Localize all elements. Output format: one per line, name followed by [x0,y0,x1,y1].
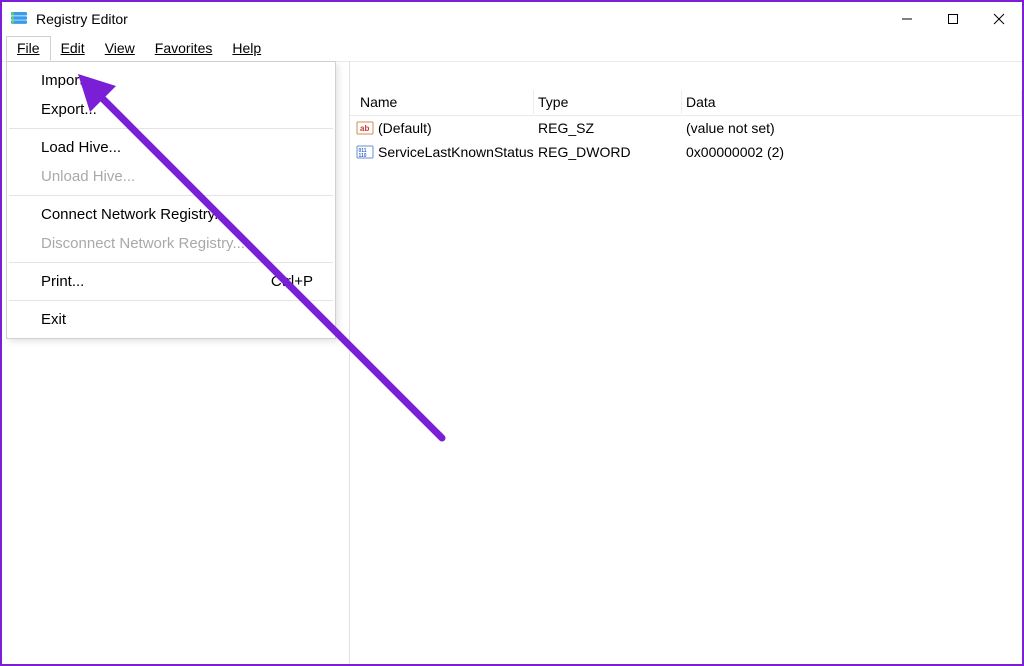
list-pane: Name Type Data ab (Default) REG_SZ (valu… [350,62,1022,664]
menu-view[interactable]: View [95,37,145,60]
cell-name: ServiceLastKnownStatus [378,144,534,160]
close-button[interactable] [976,2,1022,36]
cell-data: (value not set) [682,120,1022,136]
window-title: Registry Editor [36,11,128,27]
menu-item-import[interactable]: Import... [7,66,335,95]
svg-text:110: 110 [359,153,367,159]
cell-type: REG_DWORD [534,144,682,160]
maximize-button[interactable] [930,2,976,36]
reg-string-icon: ab [356,119,374,137]
minimize-button[interactable] [884,2,930,36]
window-controls [884,2,1022,36]
menu-file[interactable]: File [6,36,51,61]
menu-item-exit[interactable]: Exit [7,305,335,334]
header-data[interactable]: Data [682,90,1022,114]
header-name[interactable]: Name [356,90,534,114]
cell-name: (Default) [378,120,432,136]
menu-item-load-hive[interactable]: Load Hive... [7,133,335,162]
list-headers: Name Type Data [350,88,1022,116]
cell-data: 0x00000002 (2) [682,144,1022,160]
menu-item-export[interactable]: Export... [7,95,335,124]
menu-separator [9,300,333,301]
list-row[interactable]: ab (Default) REG_SZ (value not set) [350,116,1022,140]
title-bar: Registry Editor [2,2,1022,36]
list-row[interactable]: 011 110 ServiceLastKnownStatus REG_DWORD… [350,140,1022,164]
svg-text:ab: ab [360,124,369,133]
file-menu-dropdown: Import... Export... Load Hive... Unload … [6,61,336,339]
menu-item-disconnect-network: Disconnect Network Registry... [7,229,335,258]
menu-favorites[interactable]: Favorites [145,37,223,60]
menu-separator [9,262,333,263]
menu-help[interactable]: Help [222,37,271,60]
menu-item-print[interactable]: Print... Ctrl+P [7,267,335,296]
menu-item-connect-network[interactable]: Connect Network Registry... [7,200,335,229]
cell-type: REG_SZ [534,120,682,136]
menu-separator [9,128,333,129]
reg-binary-icon: 011 110 [356,143,374,161]
menu-item-unload-hive: Unload Hive... [7,162,335,191]
menu-edit[interactable]: Edit [51,37,95,60]
menu-separator [9,195,333,196]
shortcut-label: Ctrl+P [271,273,313,290]
app-icon [10,10,28,28]
menu-bar: File Edit View Favorites Help [2,36,1022,62]
header-type[interactable]: Type [534,90,682,114]
